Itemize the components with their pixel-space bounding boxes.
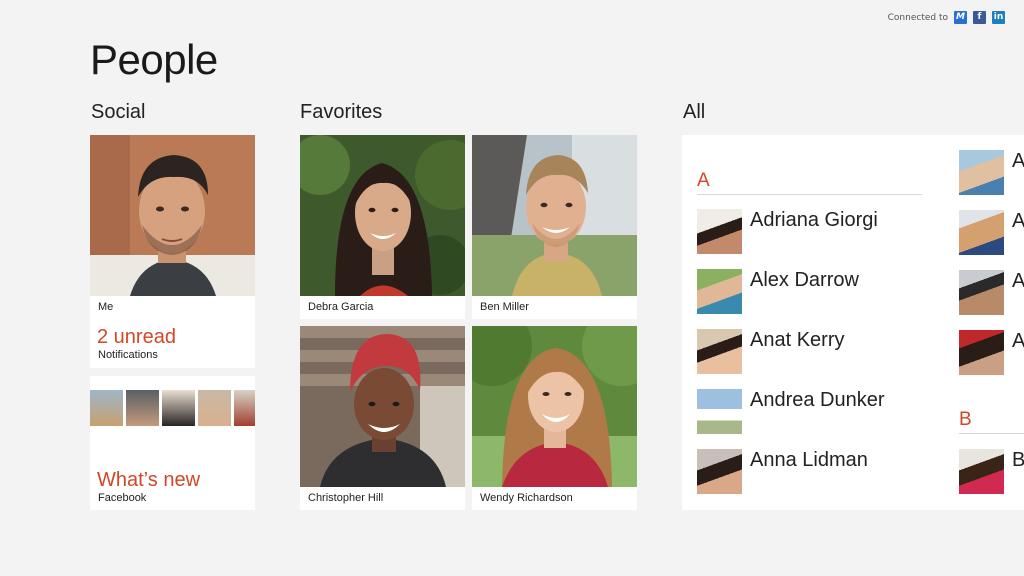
contact-col2-b1[interactable]: B [959,449,1024,494]
facebook-icon[interactable]: f [973,11,986,24]
favorite-name: Christopher Hill [308,492,384,504]
favorite-tile-ben-miller[interactable]: Ben Miller [472,135,637,319]
contact-avatar [697,329,742,374]
debra-garcia-photo [300,135,465,296]
contact-avatar [697,389,742,434]
contact-col2-a4[interactable]: A [959,330,1024,375]
me-tile[interactable]: Me 2 unread Notifications [90,135,255,368]
contact-avatar [697,449,742,494]
contact-avatar [959,449,1004,494]
contact-name: Andrea Dunker [750,389,885,411]
contact-name: A [1012,150,1024,172]
contact-name: Anna Lidman [750,449,868,471]
friend-thumbnail [234,390,255,426]
contact-name: Adriana Giorgi [750,209,878,231]
whats-new-source: Facebook [98,492,147,504]
favorite-tile-debra-garcia[interactable]: Debra Garcia [300,135,465,319]
me-photo [90,135,255,296]
contact-anat-kerry[interactable]: Anat Kerry [697,329,844,374]
group-header-a[interactable]: A [697,170,710,192]
contact-avatar [959,270,1004,315]
notifications-count: 2 unread [97,326,176,348]
msn-icon[interactable]: M [954,11,967,24]
contact-name: B [1012,449,1024,471]
contact-anna-lidman[interactable]: Anna Lidman [697,449,868,494]
contact-col2-a2[interactable]: A [959,210,1024,255]
social-section-title: Social [91,101,146,123]
group-header-b[interactable]: B [959,409,972,431]
wendy-richardson-photo [472,326,637,487]
connected-services-bar: Connected to M f in [888,11,1005,24]
connected-label: Connected to [887,12,948,23]
favorites-section-title[interactable]: Favorites [300,101,382,124]
me-label: Me [98,301,114,313]
contact-name: Anat Kerry [750,329,845,351]
friend-thumbnail [126,390,159,426]
contact-name: A [1012,210,1024,232]
group-divider [697,194,922,195]
contact-adriana-giorgi[interactable]: Adriana Giorgi [697,209,878,254]
contact-avatar [697,209,742,254]
friend-thumbnail [198,390,231,426]
contact-name: A [1012,270,1024,292]
contact-avatar [959,330,1004,375]
friend-thumbnail [162,390,195,426]
contact-avatar [697,269,742,314]
contact-avatar [959,210,1004,255]
whats-new-label: What’s new [97,469,201,491]
christopher-hill-photo [300,326,465,487]
friend-thumbnail [90,390,123,426]
page-title: People [90,36,218,83]
contact-col2-a1[interactable]: A [959,150,1024,195]
ben-miller-photo [472,135,637,296]
group-divider [959,433,1024,434]
contact-col2-a3[interactable]: A [959,270,1024,315]
contact-name: Alex Darrow [750,269,859,291]
whats-new-tile[interactable]: What’s new Facebook [90,376,255,510]
linkedin-icon[interactable]: in [992,11,1005,24]
contact-avatar [959,150,1004,195]
favorite-name: Debra Garcia [308,301,374,313]
favorite-name: Ben Miller [480,301,529,313]
favorite-name: Wendy Richardson [480,492,573,504]
favorite-tile-christopher-hill[interactable]: Christopher Hill [300,326,465,510]
whats-new-photo-strip [90,390,255,426]
favorite-tile-wendy-richardson[interactable]: Wendy Richardson [472,326,637,510]
contact-name: A [1012,330,1024,352]
all-contacts-panel: A Adriana Giorgi Alex Darrow Anat Kerry … [682,135,1024,510]
contact-andrea-dunker[interactable]: Andrea Dunker [697,389,885,434]
contact-alex-darrow[interactable]: Alex Darrow [697,269,859,314]
all-section-title[interactable]: All [683,101,705,124]
notifications-label: Notifications [98,349,158,361]
